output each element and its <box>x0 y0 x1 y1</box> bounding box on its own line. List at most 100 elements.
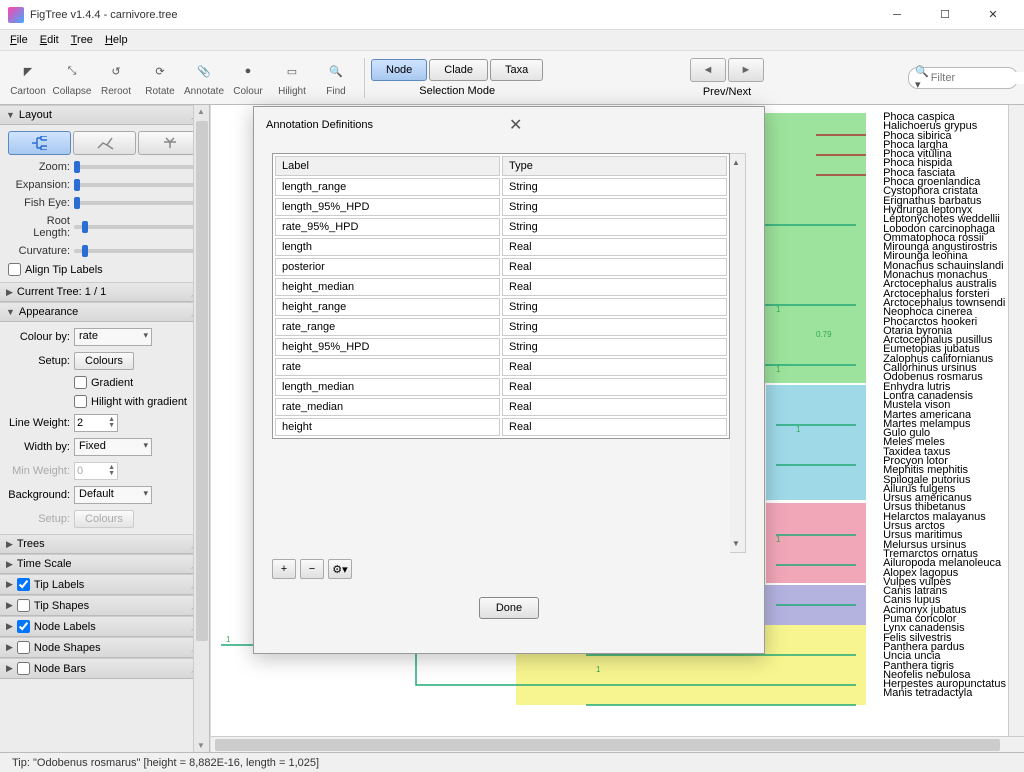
panel-node-labels[interactable]: ▶ Node Labels📌 <box>0 616 209 637</box>
panel-node-shapes[interactable]: ▶ Node Shapes📌 <box>0 637 209 658</box>
background-combo[interactable]: Default <box>74 486 152 504</box>
expand-icon: ▶ <box>6 287 13 298</box>
table-row[interactable]: rate_rangeString <box>275 318 727 336</box>
tool-annotate[interactable]: 📎Annotate <box>182 58 226 97</box>
gradient-checkbox[interactable] <box>74 376 87 389</box>
menu-tree[interactable]: Tree <box>65 32 99 48</box>
colours-button[interactable]: Colours <box>74 352 134 370</box>
curvature-slider[interactable] <box>74 249 201 253</box>
table-row[interactable]: length_medianReal <box>275 378 727 396</box>
minimize-button[interactable]: ─ <box>874 0 920 30</box>
dialog-close-icon[interactable]: ✕ <box>509 115 752 135</box>
canvas-hscrollbar[interactable] <box>211 736 1024 752</box>
selection-mode-label: Selection Mode <box>419 85 495 97</box>
settings-annotation-button[interactable]: ⚙▾ <box>328 559 352 579</box>
done-button[interactable]: Done <box>479 597 539 619</box>
expansion-slider[interactable] <box>74 183 201 187</box>
prevnext-label: Prev/Next <box>703 86 751 98</box>
checkbox-tip-labels[interactable] <box>17 578 30 591</box>
layout-radial[interactable] <box>138 131 201 155</box>
checkbox-node-bars[interactable] <box>17 662 30 675</box>
add-annotation-button[interactable]: + <box>272 559 296 579</box>
menu-file[interactable]: File <box>4 32 34 48</box>
search-input[interactable] <box>931 72 1024 84</box>
annotation-dialog: Annotation Definitions ✕ Label Type leng… <box>253 106 765 654</box>
annotation-table[interactable]: Label Type length_rangeString length_95%_… <box>272 153 730 439</box>
search-box[interactable]: 🔍▾ ⓧ <box>908 67 1018 89</box>
menu-edit[interactable]: Edit <box>34 32 65 48</box>
mode-taxa[interactable]: Taxa <box>490 59 543 81</box>
minweight-spinner: 0▲▼ <box>74 462 118 480</box>
app-icon <box>8 7 24 23</box>
tool-rotate[interactable]: ⟳Rotate <box>138 58 182 97</box>
tool-colour[interactable]: ●Colour <box>226 58 270 97</box>
panel-timescale-header[interactable]: ▶Time Scale📌 <box>0 554 209 574</box>
panel-currenttree-header[interactable]: ▶ Current Tree: 1 / 1 📌 <box>0 282 209 302</box>
table-row[interactable]: rate_medianReal <box>275 398 727 416</box>
table-row[interactable]: height_95%_HPDString <box>275 338 727 356</box>
toolbar: ◤Cartoon⤡Collapse↺Reroot⟳Rotate📎Annotate… <box>0 50 1024 105</box>
mode-clade[interactable]: Clade <box>429 59 488 81</box>
align-tips-checkbox[interactable] <box>8 263 21 276</box>
table-row[interactable]: rateReal <box>275 358 727 376</box>
taxon-label: Manis tetradactyla <box>883 689 1006 698</box>
reroot-icon: ↺ <box>103 58 129 84</box>
menubar: File Edit Tree Help <box>0 30 1024 50</box>
tool-reroot[interactable]: ↺Reroot <box>94 58 138 97</box>
layout-polar[interactable] <box>73 131 136 155</box>
rotate-icon: ⟳ <box>147 58 173 84</box>
cartoon-icon: ◤ <box>15 58 41 84</box>
collapse-icon: ⤡ <box>59 58 85 84</box>
panel-appearance-header[interactable]: ▼Appearance 📌 <box>0 302 209 322</box>
mode-node[interactable]: Node <box>371 59 427 81</box>
find-icon: 🔍 <box>323 58 349 84</box>
col-type[interactable]: Type <box>502 156 727 176</box>
bg-colours-button: Colours <box>74 510 134 528</box>
table-row[interactable]: heightReal <box>275 418 727 436</box>
panel-node-bars[interactable]: ▶ Node Bars📌 <box>0 658 209 679</box>
status-text: Tip: "Odobenus rosmarus" [height = 8,882… <box>12 757 319 769</box>
tool-collapse[interactable]: ⤡Collapse <box>50 58 94 97</box>
sidebar-scrollbar[interactable]: ▲▼ <box>193 105 209 752</box>
table-row[interactable]: height_medianReal <box>275 278 727 296</box>
checkbox-node-labels[interactable] <box>17 620 30 633</box>
table-row[interactable]: rate_95%_HPDString <box>275 218 727 236</box>
statusbar: Tip: "Odobenus rosmarus" [height = 8,882… <box>0 752 1024 772</box>
remove-annotation-button[interactable]: − <box>300 559 324 579</box>
sidebar: ▼ Layout 📌 Zoom: Expansion: Fish Eye: Ro… <box>0 105 210 752</box>
widthby-combo[interactable]: Fixed <box>74 438 152 456</box>
lineweight-spinner[interactable]: 2▲▼ <box>74 414 118 432</box>
panel-trees-header[interactable]: ▶Trees📌 <box>0 534 209 554</box>
checkbox-node-shapes[interactable] <box>17 641 30 654</box>
panel-layout-header[interactable]: ▼ Layout 📌 <box>0 105 209 125</box>
checkbox-tip-shapes[interactable] <box>17 599 30 612</box>
table-row[interactable]: length_95%_HPDString <box>275 198 727 216</box>
next-button[interactable]: ► <box>728 58 764 82</box>
table-row[interactable]: posteriorReal <box>275 258 727 276</box>
expand-icon: ▼ <box>6 110 15 120</box>
menu-help[interactable]: Help <box>99 32 134 48</box>
fisheye-slider[interactable] <box>74 201 201 205</box>
search-icon: 🔍▾ <box>915 65 929 91</box>
maximize-button[interactable]: ☐ <box>922 0 968 30</box>
tool-find[interactable]: 🔍Find <box>314 58 358 97</box>
rootlength-slider[interactable] <box>74 225 201 229</box>
table-row[interactable]: length_rangeString <box>275 178 727 196</box>
hilight-gradient-checkbox[interactable] <box>74 395 87 408</box>
layout-rectangular[interactable] <box>8 131 71 155</box>
col-label[interactable]: Label <box>275 156 500 176</box>
panel-tip-labels[interactable]: ▶ Tip Labels📌 <box>0 574 209 595</box>
close-button[interactable]: ✕ <box>970 0 1016 30</box>
annotate-icon: 📎 <box>191 58 217 84</box>
colourby-combo[interactable]: rate <box>74 328 152 346</box>
tool-cartoon[interactable]: ◤Cartoon <box>6 58 50 97</box>
prev-button[interactable]: ◄ <box>690 58 726 82</box>
table-row[interactable]: height_rangeString <box>275 298 727 316</box>
canvas-vscrollbar[interactable] <box>1008 105 1024 736</box>
titlebar: FigTree v1.4.4 - carnivore.tree ─ ☐ ✕ <box>0 0 1024 30</box>
table-row[interactable]: lengthReal <box>275 238 727 256</box>
zoom-slider[interactable] <box>74 165 201 169</box>
panel-tip-shapes[interactable]: ▶ Tip Shapes📌 <box>0 595 209 616</box>
tool-hilight[interactable]: ▭Hilight <box>270 58 314 97</box>
table-scrollbar[interactable]: ▲ ▼ <box>730 153 746 553</box>
